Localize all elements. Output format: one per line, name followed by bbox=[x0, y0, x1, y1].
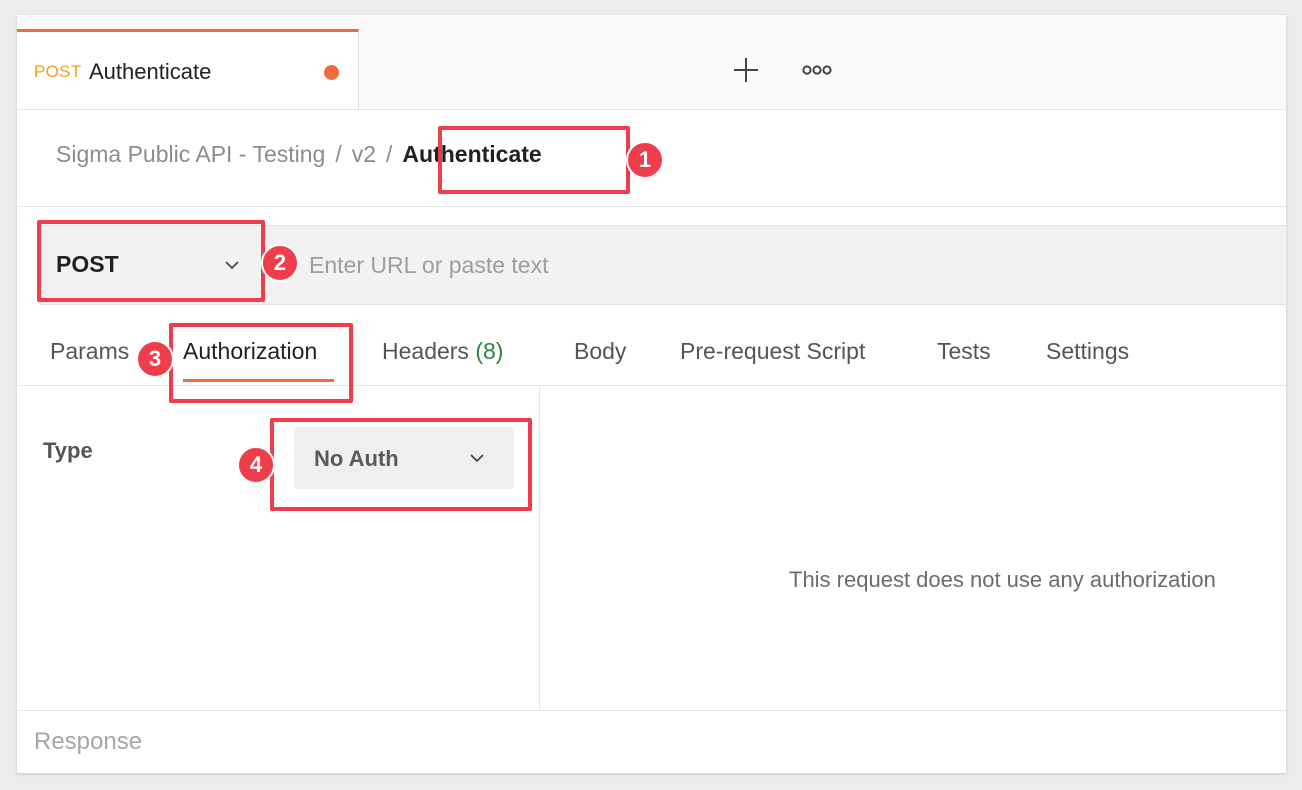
divider bbox=[17, 206, 1286, 207]
breadcrumb-collection[interactable]: Sigma Public API - Testing bbox=[56, 141, 325, 167]
tab-pre-request-script[interactable]: Pre-request Script bbox=[680, 338, 865, 365]
more-options-icon bbox=[802, 65, 832, 75]
url-bar: POST bbox=[39, 225, 1286, 305]
auth-type-label: Type bbox=[43, 438, 93, 463]
more-options-button[interactable] bbox=[801, 60, 833, 80]
chevron-down-icon bbox=[470, 454, 484, 463]
breadcrumb-folder[interactable]: v2 bbox=[352, 141, 376, 167]
auth-settings-panel: Type No Auth bbox=[17, 386, 540, 710]
tab-authorization[interactable]: Authorization bbox=[183, 338, 317, 365]
auth-type-value: No Auth bbox=[314, 446, 399, 471]
auth-type-select[interactable]: No Auth bbox=[294, 427, 514, 489]
tab-body[interactable]: Body bbox=[574, 338, 626, 365]
unsaved-changes-dot bbox=[324, 65, 339, 80]
tab-method-label: POST bbox=[34, 62, 82, 81]
method-select[interactable]: POST bbox=[39, 226, 261, 304]
tab-headers-label: Headers bbox=[382, 338, 469, 364]
breadcrumb-current-request[interactable]: Authenticate bbox=[402, 141, 541, 167]
new-tab-button[interactable] bbox=[732, 56, 760, 84]
active-tab-indicator bbox=[183, 379, 334, 382]
url-input[interactable] bbox=[289, 226, 1269, 304]
request-window: POST Authenticate Sigma Public API - Tes… bbox=[17, 15, 1286, 773]
breadcrumb: Sigma Public API - Testing / v2 / Authentica… bbox=[56, 141, 542, 168]
breadcrumb-separator: / bbox=[386, 141, 393, 167]
method-select-value: POST bbox=[56, 251, 119, 277]
breadcrumb-separator: / bbox=[335, 141, 342, 167]
request-tabs: Params Authorization Headers (8) Body Pr… bbox=[17, 305, 1286, 386]
chevron-down-icon bbox=[225, 261, 239, 270]
request-tab-authenticate[interactable]: POST Authenticate bbox=[17, 29, 359, 109]
tab-title: Authenticate bbox=[89, 59, 212, 84]
tab-bar: POST Authenticate bbox=[17, 15, 1286, 110]
headers-count-badge: (8) bbox=[475, 338, 504, 364]
tab-settings[interactable]: Settings bbox=[1046, 338, 1129, 365]
tab-params[interactable]: Params bbox=[50, 338, 129, 365]
plus-icon bbox=[734, 58, 758, 82]
tab-headers[interactable]: Headers (8) bbox=[382, 338, 503, 365]
tab-tests[interactable]: Tests bbox=[937, 338, 991, 365]
response-pane[interactable]: Response bbox=[17, 710, 1286, 773]
response-label: Response bbox=[34, 728, 143, 755]
